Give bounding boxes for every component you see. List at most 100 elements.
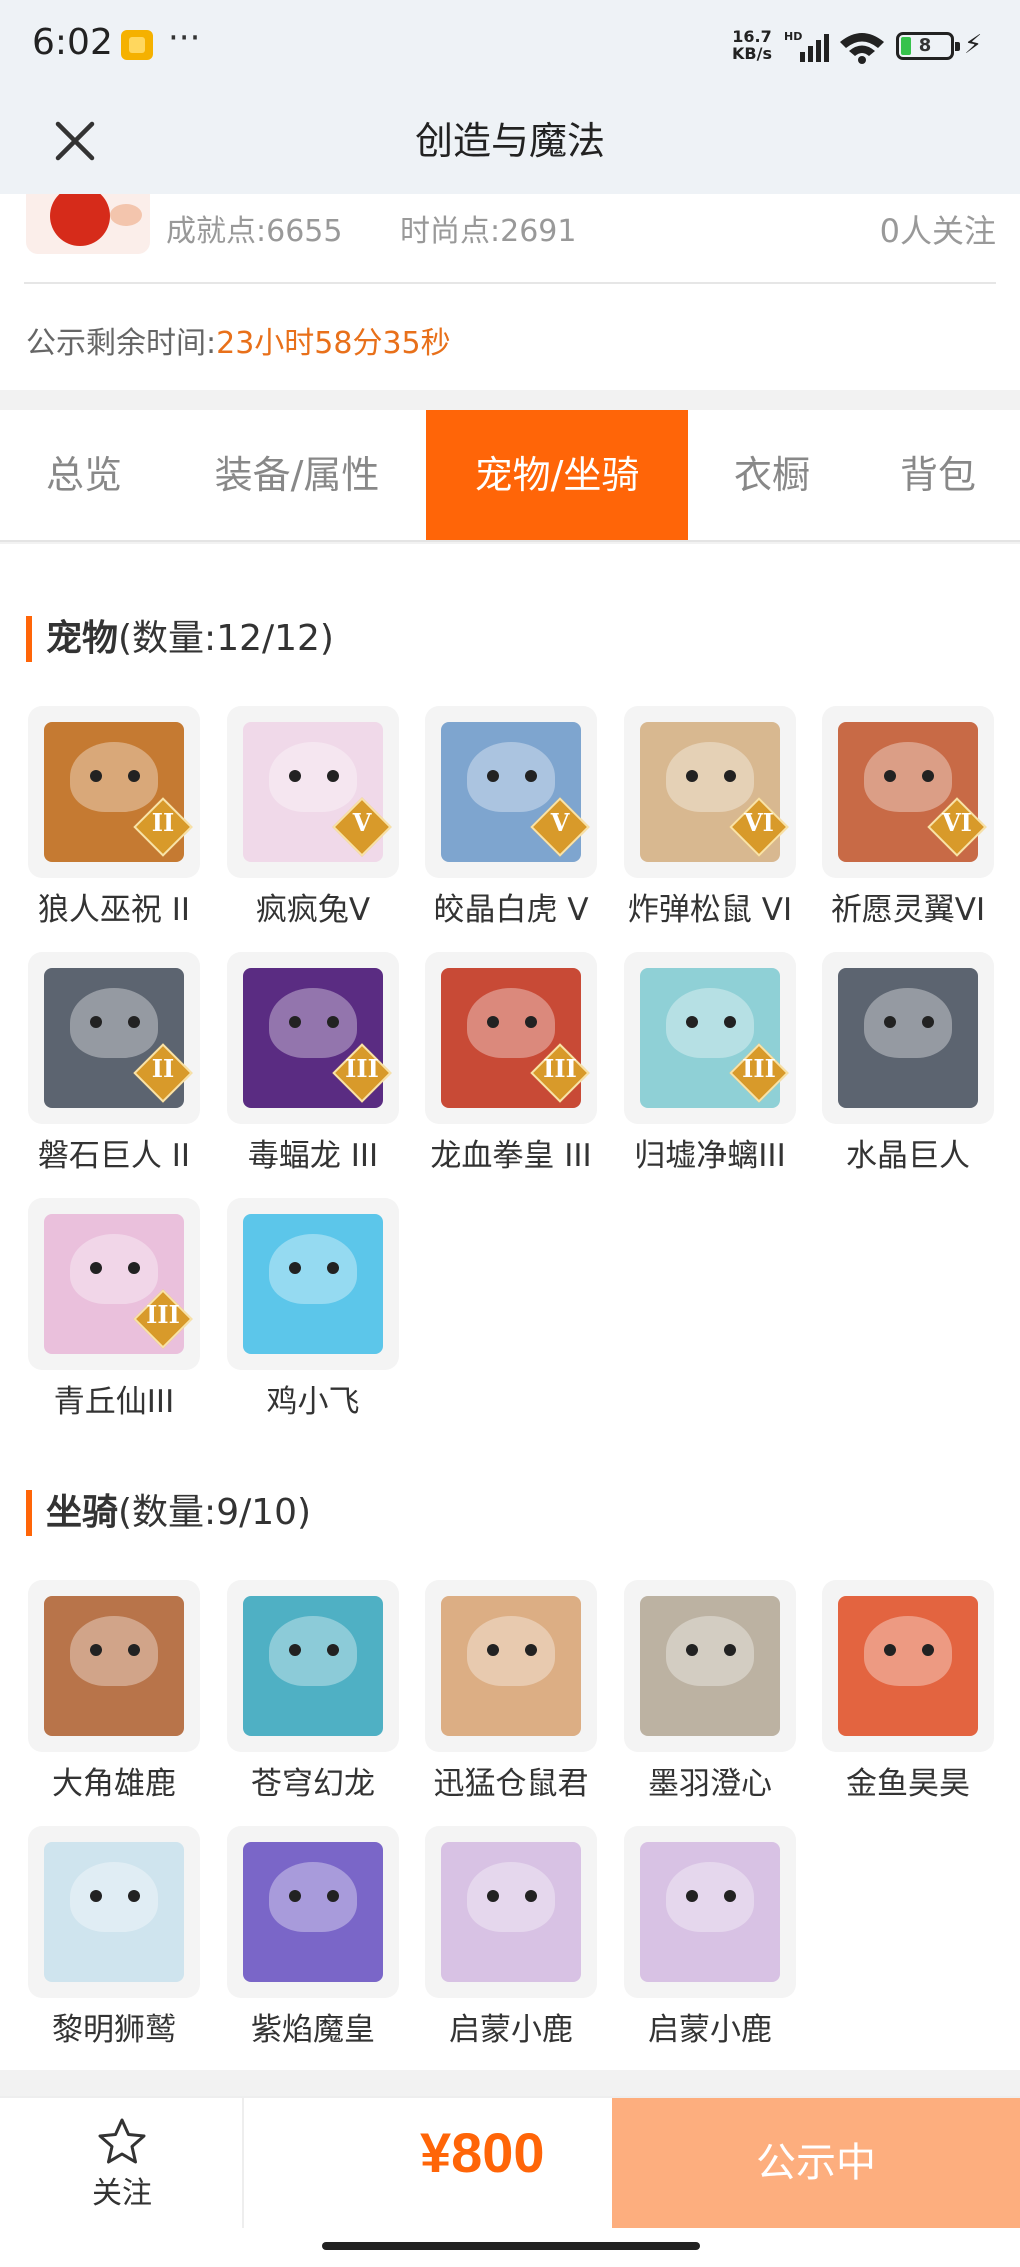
pet-card-name: 祈愿灵翼VI (830, 892, 986, 928)
tier-badge-label: V (550, 808, 570, 837)
pet-card[interactable]: III 归墟净螭III (624, 952, 796, 1186)
pet-card-name: 龙血拳皇 III (430, 1138, 592, 1174)
mount-card[interactable]: 启蒙小鹿 (425, 1826, 597, 2060)
mount-card-name: 苍穹幻龙 (251, 1766, 375, 1802)
battery-icon: 8 (896, 32, 960, 60)
pet-card[interactable]: III 毒蝠龙 III (227, 952, 399, 1186)
mount-card[interactable]: 迅猛仓鼠君 (425, 1580, 597, 1814)
mount-card[interactable]: 紫焰魔皇 (227, 1826, 399, 2060)
pet-card[interactable]: III 青丘仙III (28, 1198, 200, 1432)
mount-card-name: 墨羽澄心 (648, 1766, 772, 1802)
pet-card-name: 狼人巫祝 II (37, 892, 191, 928)
tab-pets-mounts[interactable]: 宠物/坐骑 (426, 410, 688, 540)
notice-remaining-time: 23小时58分35秒 (216, 326, 451, 361)
status-time: 6:02 (32, 22, 113, 63)
tab-wardrobe[interactable]: 衣橱 (688, 410, 856, 540)
follower-count: 0人关注 (879, 212, 996, 250)
mount-card[interactable]: 大角雄鹿 (28, 1580, 200, 1814)
notice-label: 公示剩余时间: (26, 326, 217, 361)
avatar (26, 194, 150, 254)
mount-card-image (640, 1842, 780, 1982)
pet-card-thumbnail (227, 706, 399, 878)
pet-card[interactable]: II 狼人巫祝 II (28, 706, 200, 940)
pet-card-name: 归墟净螭III (634, 1138, 786, 1174)
mount-card[interactable]: 金鱼昊昊 (822, 1580, 994, 1814)
mount-card[interactable]: 黎明狮鹫 (28, 1826, 200, 2060)
mount-card-name: 大角雄鹿 (52, 1766, 176, 1802)
pet-card-thumbnail (28, 1198, 200, 1370)
mount-card-thumbnail (227, 1826, 399, 1998)
fashion-points: 时尚点:2691 (400, 214, 577, 249)
mount-card-image (441, 1842, 581, 1982)
notification-app-icon (121, 30, 153, 60)
profile-info: 成就点:6655 时尚点:2691 0人关注 公示剩余时间:23小时58分35秒 (0, 194, 1020, 390)
mount-card[interactable]: 启蒙小鹿 (624, 1826, 796, 2060)
network-speed-unit: KB/s (732, 44, 772, 63)
pet-card-name: 毒蝠龙 III (247, 1138, 379, 1174)
wifi-icon (840, 33, 884, 64)
follow-button[interactable]: 关注 (60, 2116, 184, 2216)
network-speed: 16.7 KB/s (732, 28, 772, 62)
tier-badge-label: VI (744, 808, 774, 837)
nav-bar: 创造与魔法 (0, 90, 1020, 194)
pets-title: 宠物 (46, 618, 119, 659)
mount-card-thumbnail (624, 1826, 796, 1998)
divider (24, 282, 996, 284)
pet-card[interactable]: III 龙血拳皇 III (425, 952, 597, 1186)
tier-badge-label: II (151, 1054, 175, 1083)
pets-mounts-panel: 宠物(数量:12/12) II 狼人巫祝 II V 疯疯兔V V 皎晶白虎 V VI 炸弹松鼠… (0, 544, 1020, 2070)
notice-countdown: 公示剩余时间:23小时58分35秒 (26, 318, 451, 362)
pet-card-thumbnail (822, 706, 994, 878)
pets-count: (数量:12/12) (118, 618, 334, 659)
more-notifications-indicator: ··· (168, 18, 201, 58)
mount-card-thumbnail (425, 1826, 597, 1998)
tab-equipment[interactable]: 装备/属性 (168, 410, 426, 540)
mount-card-thumbnail (227, 1580, 399, 1752)
public-notice-status-button[interactable]: 公示中 (612, 2098, 1020, 2228)
mount-card-name: 迅猛仓鼠君 (433, 1766, 589, 1802)
mount-card[interactable]: 墨羽澄心 (624, 1580, 796, 1814)
mount-card-image (243, 1596, 383, 1736)
mount-card-thumbnail (28, 1580, 200, 1752)
price: ¥800 (420, 2121, 545, 2184)
tier-badge-label: III (345, 1054, 379, 1083)
mount-card-image (44, 1596, 184, 1736)
tier-badge-label: III (543, 1054, 577, 1083)
pet-card-thumbnail (624, 952, 796, 1124)
pet-card[interactable]: VI 炸弹松鼠 VI (624, 706, 796, 940)
follow-label: 关注 (92, 2176, 152, 2211)
pet-card[interactable]: 鸡小飞 (227, 1198, 399, 1432)
pet-card-thumbnail (28, 952, 200, 1124)
pet-card-name: 磐石巨人 II (37, 1138, 191, 1174)
pet-card-thumbnail (227, 952, 399, 1124)
pet-card-name: 疯疯兔V (255, 892, 371, 928)
pet-card[interactable]: II 磐石巨人 II (28, 952, 200, 1186)
pet-card-thumbnail (822, 952, 994, 1124)
pet-card[interactable]: 水晶巨人 (822, 952, 994, 1186)
tab-overview[interactable]: 总览 (0, 410, 168, 540)
pet-card[interactable]: VI 祈愿灵翼VI (822, 706, 994, 940)
pet-card[interactable]: V 疯疯兔V (227, 706, 399, 940)
mount-card-thumbnail (28, 1826, 200, 1998)
tab-bar: 总览 装备/属性 宠物/坐骑 衣橱 背包 (0, 410, 1020, 542)
mount-card[interactable]: 苍穹幻龙 (227, 1580, 399, 1814)
mount-card-image (838, 1596, 978, 1736)
pet-card-name: 水晶巨人 (846, 1138, 970, 1174)
pet-card-thumbnail (624, 706, 796, 878)
cellular-signal-icon: HD (784, 30, 829, 62)
pet-card-thumbnail (425, 952, 597, 1124)
pet-card-name: 鸡小飞 (266, 1384, 360, 1420)
page-title: 创造与魔法 (414, 119, 605, 163)
status-bar: 6:02 ··· 16.7 KB/s HD 8 ⚡ (0, 0, 1020, 90)
network-speed-value: 16.7 (732, 27, 772, 46)
hd-label: HD (784, 30, 802, 43)
mount-card-thumbnail (822, 1580, 994, 1752)
mounts-title: 坐骑 (46, 1492, 119, 1533)
mount-card-thumbnail (425, 1580, 597, 1752)
tier-badge-label: V (352, 808, 372, 837)
pet-card[interactable]: V 皎晶白虎 V (425, 706, 597, 940)
star-icon (98, 2118, 146, 2164)
pet-card-name: 青丘仙III (53, 1384, 175, 1420)
tab-backpack[interactable]: 背包 (856, 410, 1020, 540)
pet-card-thumbnail (227, 1198, 399, 1370)
